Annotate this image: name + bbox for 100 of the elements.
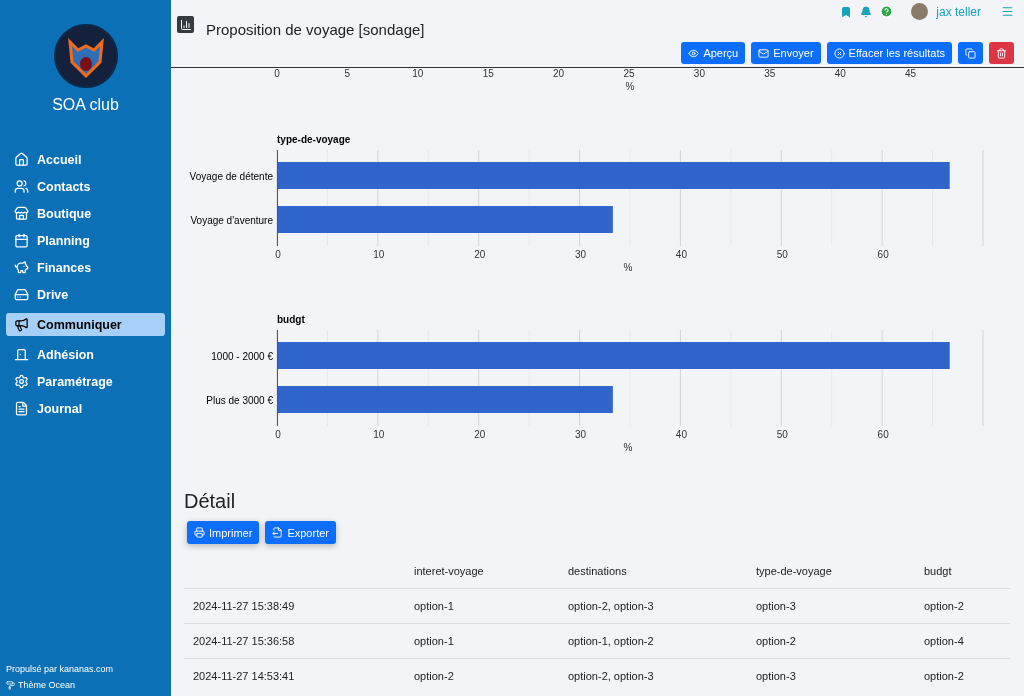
column-header: destinations — [567, 565, 628, 577]
column-header: interet-voyage — [413, 565, 485, 577]
door-icon — [14, 347, 29, 362]
axis-tick-label: 5 — [344, 68, 351, 79]
axis-tick-label: 30 — [575, 249, 587, 260]
print-button[interactable]: Imprimer — [187, 521, 260, 544]
table-cell-text: 2024-11-27 14:53:41 — [192, 670, 296, 682]
menu-icon[interactable] — [1001, 5, 1014, 18]
table-cell-text: option-2 — [755, 635, 797, 647]
theme-link[interactable]: Thème Ocean — [18, 680, 76, 690]
column-header: budgt — [923, 565, 953, 577]
axis-tick-label: 20 — [474, 249, 486, 260]
nav-item[interactable]: Journal — [6, 397, 165, 420]
axis-tick-label: 40 — [834, 68, 846, 79]
axis-tick-label: 40 — [675, 429, 687, 440]
table-cell-text: option-2, option-3 — [567, 670, 655, 682]
bell-icon[interactable] — [860, 5, 873, 18]
axis-tick-label: 35 — [764, 68, 776, 79]
trash-button[interactable] — [989, 42, 1014, 64]
table-cell-text: option-2 — [413, 670, 455, 682]
calendar-icon — [14, 233, 29, 248]
logo-drawing — [53, 24, 118, 88]
piggy-bank-icon — [14, 260, 29, 275]
nav-item[interactable]: Adhésion — [6, 343, 165, 366]
table-cell-text: option-1 — [413, 635, 455, 647]
axis-tick-label: 30 — [575, 429, 587, 440]
avatar[interactable] — [911, 3, 929, 20]
axis-tick-label: 20 — [474, 429, 486, 440]
axis-category-label: Plus de 3000 € — [205, 393, 274, 408]
axis-tick-label: 20 — [553, 68, 565, 79]
chart-title: budgt — [277, 314, 306, 325]
nav-item[interactable]: Drive — [6, 283, 165, 306]
axis-tick-label: 0 — [275, 429, 281, 440]
column-header: type-de-voyage — [755, 565, 833, 577]
bar-chart-icon — [177, 16, 194, 33]
action-button[interactable]: Effacer les résultats — [826, 42, 952, 64]
axis-tick-label: 50 — [776, 249, 788, 260]
nav-item[interactable]: Planning — [6, 229, 165, 252]
powered-by-text: Propulsé par kananas.com — [6, 664, 115, 674]
axis-tick-label: 40 — [675, 249, 687, 260]
axis-category-label: Voyage de détente — [188, 169, 274, 184]
nav-item[interactable]: Accueil — [6, 148, 165, 171]
eye-icon — [688, 47, 700, 59]
axis-tick-label: 10 — [373, 429, 385, 440]
chart-title: type-de-voyage — [277, 134, 352, 145]
export-file-icon — [272, 527, 284, 538]
copy-icon — [965, 47, 976, 59]
help-icon[interactable] — [880, 5, 894, 18]
users-icon — [14, 179, 29, 194]
store-icon — [14, 206, 29, 221]
document-icon — [14, 401, 29, 416]
settings-icon — [14, 374, 29, 389]
table-cell-text: option-2 — [923, 600, 965, 612]
x-circle-icon — [833, 47, 845, 59]
action-button[interactable]: Envoyer — [751, 42, 821, 64]
nav-item[interactable]: Paramétrage — [6, 370, 165, 393]
table-cell-text: option-2 — [923, 670, 965, 682]
table-cell-text: option-1 — [413, 600, 455, 612]
axis-title: % — [625, 81, 635, 92]
table-cell-text: option-2, option-3 — [567, 600, 655, 612]
axis-tick-label: 0 — [275, 249, 281, 260]
table-cell-text: option-4 — [923, 635, 965, 647]
club-name: SOA club — [52, 96, 119, 114]
copy-button[interactable] — [958, 42, 983, 64]
axis-tick-label: 45 — [905, 68, 917, 79]
trash-icon — [996, 47, 1007, 59]
megaphone-icon — [14, 317, 29, 332]
action-button[interactable]: Aperçu — [681, 42, 746, 64]
axis-tick-label: 0 — [274, 68, 280, 79]
axis-tick-label: 25 — [623, 68, 635, 79]
table-cell-text: 2024-11-27 15:38:49 — [192, 600, 296, 612]
section-title: Détail — [184, 490, 237, 513]
axis-tick-label: 60 — [877, 429, 889, 440]
user-name[interactable]: jax teller — [936, 4, 981, 19]
paint-roller-icon — [6, 680, 15, 690]
drive-icon — [14, 287, 29, 302]
axis-category-label: 1000 - 2000 € — [210, 349, 274, 364]
bookmark-icon[interactable] — [840, 5, 853, 18]
envelope-icon — [758, 47, 770, 59]
axis-tick-label: 10 — [373, 249, 385, 260]
table-cell-text: option-1, option-2 — [567, 635, 655, 647]
axis-tick-label: 15 — [482, 68, 494, 79]
nav-item[interactable]: Contacts — [6, 175, 165, 198]
nav-item[interactable]: Finances — [6, 256, 165, 279]
axis-tick-label: 10 — [412, 68, 424, 79]
axis-title: % — [623, 262, 633, 273]
axis-category-label: Voyage d'aventure — [189, 213, 274, 228]
table-cell-text: 2024-11-27 15:36:58 — [192, 635, 296, 647]
printer-icon — [194, 527, 205, 538]
axis-tick-label: 50 — [776, 429, 788, 440]
page-title: Proposition de voyage [sondage] — [206, 20, 425, 38]
nav-item[interactable]: Boutique — [6, 202, 165, 225]
axis-tick-label: 60 — [877, 249, 889, 260]
nav-item[interactable]: Communiquer — [6, 313, 165, 336]
table-cell-text: option-3 — [755, 670, 797, 682]
export-button[interactable]: Exporter — [265, 521, 336, 544]
home-icon — [14, 152, 29, 167]
axis-title: % — [623, 442, 633, 453]
axis-tick-label: 30 — [693, 68, 705, 79]
table-cell-text: option-3 — [755, 600, 797, 612]
